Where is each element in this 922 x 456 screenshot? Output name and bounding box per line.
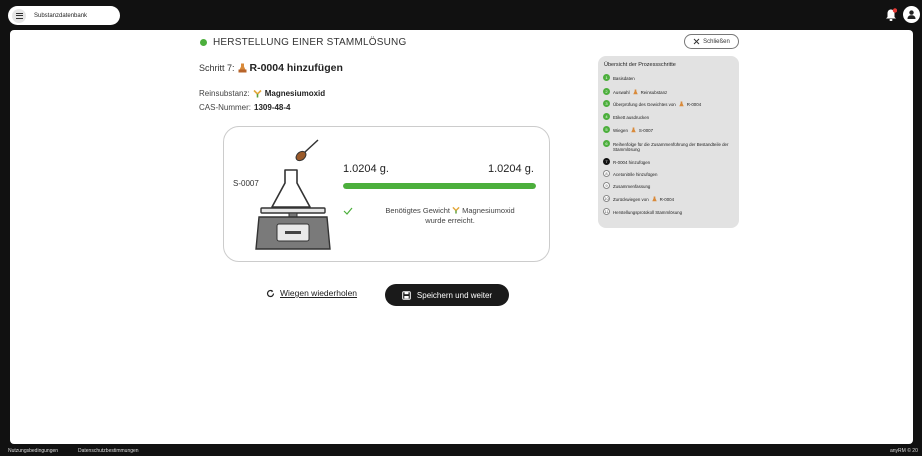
target-weight: 1.0204 g. bbox=[488, 163, 534, 175]
step-object: R-0004 bbox=[659, 196, 675, 202]
process-step-item: 4 Etikett ausdrucken bbox=[603, 113, 735, 120]
substance-label: Reinsubstanz: bbox=[199, 89, 250, 98]
flask-icon bbox=[238, 63, 247, 73]
process-step-item: 5 Wiegen S-0007 bbox=[603, 126, 735, 133]
step-text: R-0004 hinzufügen bbox=[613, 159, 651, 165]
step-number-badge: 1 bbox=[603, 74, 610, 81]
flask-icon bbox=[631, 127, 636, 133]
flask-icon bbox=[679, 101, 684, 107]
step-text: Etikett ausdrucken bbox=[613, 114, 650, 120]
step-text: Auswahl bbox=[613, 89, 630, 95]
status-dot bbox=[200, 39, 207, 46]
step-number-badge: 11 bbox=[603, 208, 610, 215]
step-object: R-0004 hinzufügen bbox=[249, 62, 343, 74]
flask-icon bbox=[632, 89, 638, 95]
substance-icon bbox=[253, 89, 262, 98]
process-step-item: 6 Reihenfolge für die Zusammenführung der… bbox=[603, 140, 735, 152]
step-number-badge: 3 bbox=[603, 100, 610, 107]
step-text: Herstellungsprotokoll Stammlösung bbox=[613, 209, 683, 215]
step-prefix: Schritt 7: bbox=[199, 63, 235, 73]
step-object: S-0007 bbox=[638, 127, 654, 133]
close-label: Schließen bbox=[703, 38, 730, 45]
privacy-link[interactable]: Datenschutzbestimmungen bbox=[78, 448, 139, 454]
step-text: Acetonitrile hinzufügen bbox=[613, 171, 658, 177]
menu-label: Substanzdatenbank bbox=[34, 12, 88, 19]
step-number-badge: 6 bbox=[603, 140, 610, 147]
cas-label: CAS-Nummer: bbox=[199, 103, 252, 112]
step-number-badge: 8 bbox=[603, 170, 610, 177]
step-text: Reihenfolge für die Zusammenführung der … bbox=[613, 141, 729, 152]
step-number-badge: 4 bbox=[603, 113, 610, 120]
message-substance: Magnesiumoxid bbox=[462, 206, 515, 215]
process-step-item: 8 Acetonitrile hinzufügen bbox=[603, 170, 735, 177]
process-step-item: 2 Auswahl Reinsubstanz bbox=[603, 88, 735, 95]
top-bar: Substanzdatenbank bbox=[0, 0, 922, 30]
step-number-badge: 10 bbox=[603, 195, 610, 202]
container-label: S-0007 bbox=[233, 179, 259, 188]
step-text: Zusammenfassung bbox=[613, 183, 651, 189]
overview-title: Übersicht der Prozessschritte bbox=[604, 62, 676, 68]
copyright: anyRM © 20 bbox=[890, 448, 918, 454]
step-text: Überprüfung des Gewichtes von bbox=[613, 101, 676, 107]
message-prefix: Benötigtes Gewicht bbox=[385, 206, 450, 215]
weight-progress-fill bbox=[343, 183, 536, 189]
step-heading: Schritt 7: R-0004 hinzufügen bbox=[199, 62, 343, 74]
step-object: Reinsubstanz bbox=[640, 89, 668, 95]
check-icon bbox=[343, 207, 353, 215]
message-suffix: wurde erreicht. bbox=[425, 216, 475, 225]
step-text: Zurückwiegen von bbox=[613, 196, 649, 202]
process-step-item: 3 Überprüfung des Gewichtes von R-0004 bbox=[603, 100, 735, 107]
step-text: Basisdaten bbox=[613, 75, 635, 81]
save-and-continue-button[interactable]: Speichern und weiter bbox=[385, 284, 509, 306]
bell-icon[interactable] bbox=[885, 8, 897, 22]
save-icon bbox=[402, 290, 411, 300]
menu-icon bbox=[12, 8, 26, 23]
process-step-item: 9 Zusammenfassung bbox=[603, 182, 735, 189]
terms-link[interactable]: Nutzungsbedingungen bbox=[8, 448, 58, 454]
cas-value: 1309-48-4 bbox=[254, 103, 291, 112]
repeat-weighing-label: Wiegen wiederholen bbox=[280, 288, 358, 298]
page-title-text: HERSTELLUNG EINER STAMMLÖSUNG bbox=[213, 37, 407, 48]
refresh-icon bbox=[266, 289, 275, 297]
substance-icon bbox=[452, 206, 460, 214]
step-text: Wiegen bbox=[613, 127, 628, 133]
weight-progress-bar bbox=[343, 183, 536, 189]
user-icon[interactable] bbox=[903, 6, 920, 23]
measured-weight: 1.0204 g. bbox=[343, 163, 389, 175]
step-number-badge: 7 bbox=[603, 158, 610, 165]
step-number-badge: 2 bbox=[603, 88, 610, 95]
page-title: HERSTELLUNG EINER STAMMLÖSUNG bbox=[200, 37, 406, 48]
process-step-item: 10 Zurückwiegen von R-0004 bbox=[603, 195, 735, 202]
step-number-badge: 5 bbox=[603, 126, 610, 133]
menu-button[interactable]: Substanzdatenbank bbox=[8, 6, 120, 25]
close-icon bbox=[693, 38, 700, 45]
scale-icon bbox=[255, 139, 331, 250]
weight-reached-message: Benötigtes Gewicht Magnesiumoxid wurde e… bbox=[360, 206, 540, 226]
substance-value: Magnesiumoxid bbox=[264, 89, 326, 98]
substance-line: Reinsubstanz: Magnesiumoxid bbox=[199, 89, 325, 98]
process-step-item: 11 Herstellungsprotokoll Stammlösung bbox=[603, 208, 735, 215]
repeat-weighing-link[interactable]: Wiegen wiederholen bbox=[266, 288, 357, 298]
save-label: Speichern und weiter bbox=[416, 290, 493, 300]
flask-icon bbox=[651, 196, 657, 202]
process-step-item: 1 Basisdaten bbox=[603, 74, 735, 81]
close-button[interactable]: Schließen bbox=[684, 34, 739, 49]
process-step-item: 7 R-0004 hinzufügen bbox=[603, 158, 735, 165]
step-object: R-0004 bbox=[686, 101, 702, 107]
footer: Nutzungsbedingungen Datenschutzbestimmun… bbox=[0, 446, 922, 456]
cas-line: CAS-Nummer: 1309-48-4 bbox=[199, 103, 291, 112]
step-number-badge: 9 bbox=[603, 182, 610, 189]
